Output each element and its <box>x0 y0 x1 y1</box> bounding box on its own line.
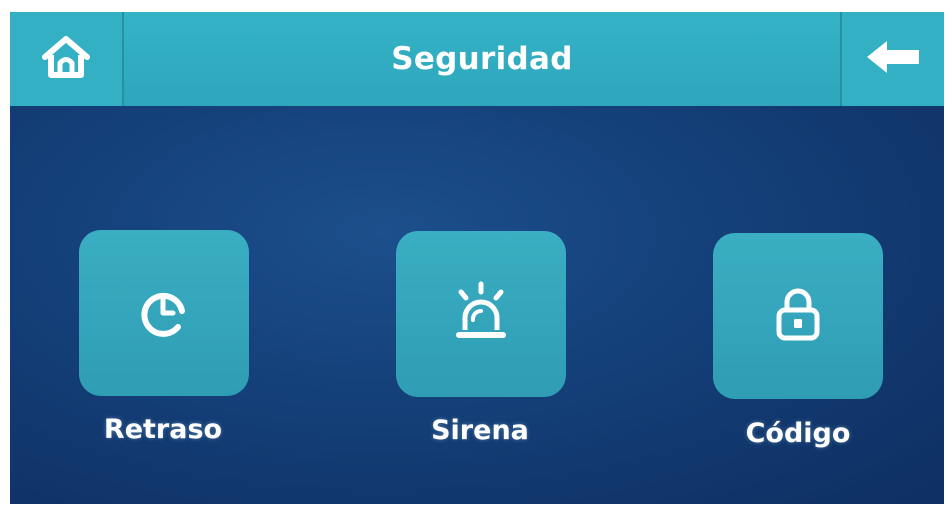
home-icon <box>41 34 91 84</box>
clock-icon <box>136 283 192 343</box>
siren-label: Sirena <box>431 415 529 446</box>
device-screen: Seguridad Retraso Sirena Código <box>10 12 944 504</box>
code-label: Código <box>745 418 851 449</box>
delay-label: Retraso <box>103 414 223 445</box>
back-button[interactable] <box>840 12 944 106</box>
home-button[interactable] <box>10 12 124 106</box>
lock-icon <box>773 286 823 346</box>
delay-tile[interactable] <box>79 230 249 396</box>
siren-tile[interactable] <box>396 231 566 397</box>
top-bar: Seguridad <box>10 12 944 106</box>
code-tile[interactable] <box>713 233 883 399</box>
photo-frame: Seguridad Retraso Sirena Código <box>0 0 949 506</box>
page-title: Seguridad <box>391 41 573 77</box>
siren-icon <box>449 280 513 348</box>
arrow-left-icon <box>865 39 921 79</box>
